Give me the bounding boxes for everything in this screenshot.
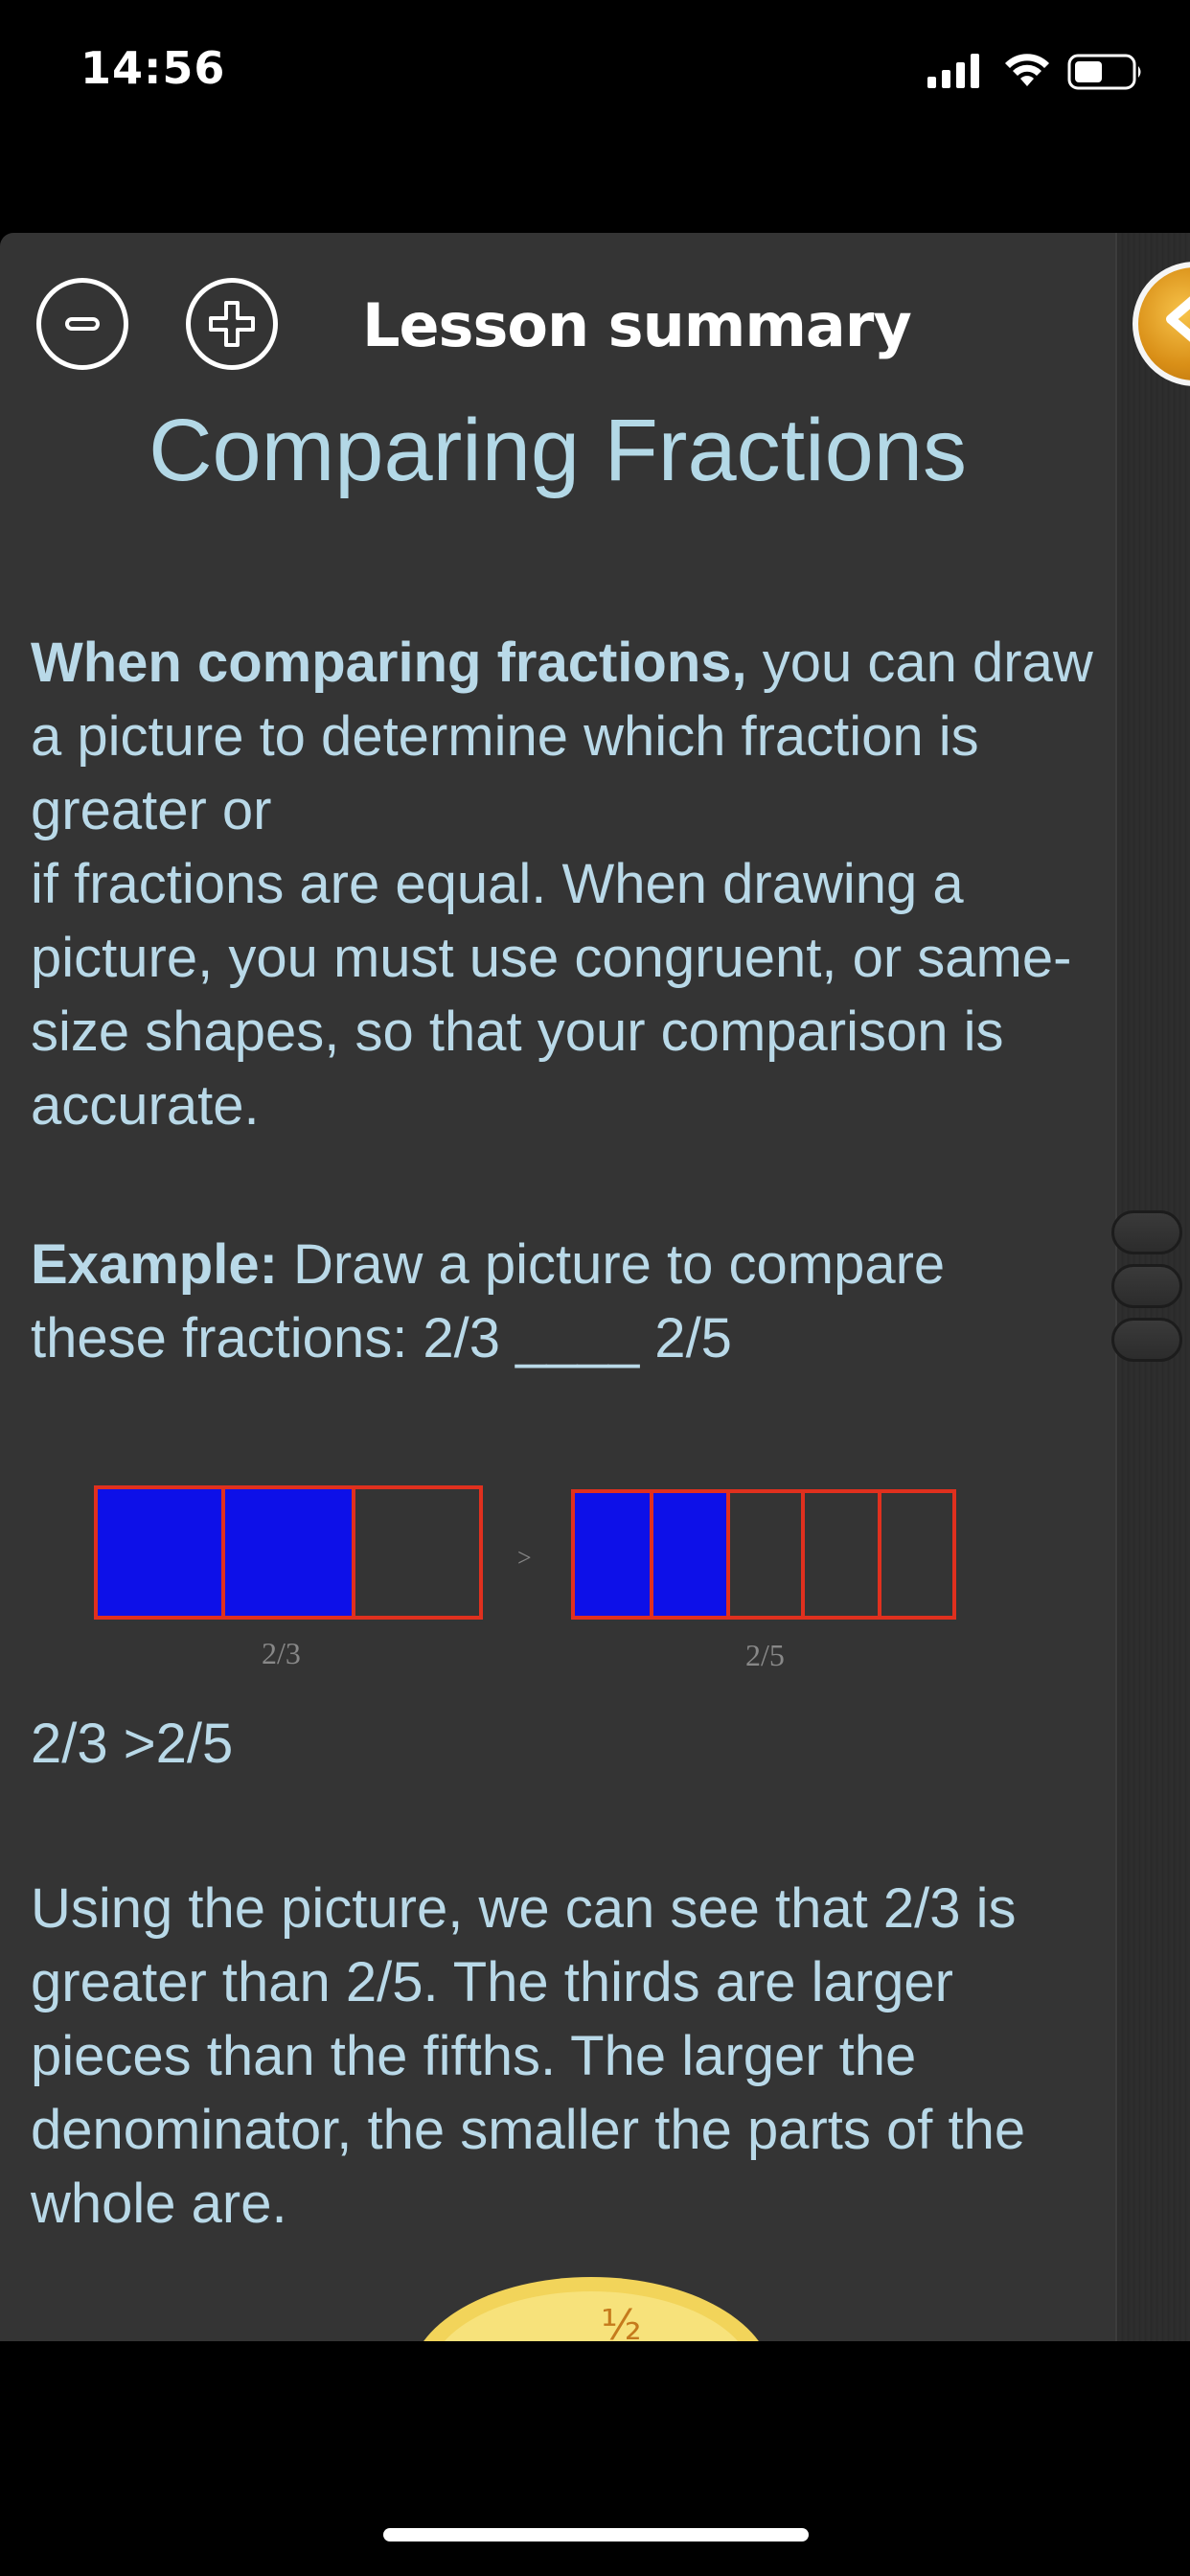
toolbar-title: Lesson summary [362, 290, 912, 360]
example-label: Example: [31, 1233, 278, 1296]
fifth-part-5 [878, 1489, 956, 1620]
comparison-sign: > [517, 1544, 532, 1572]
third-part-2 [221, 1485, 355, 1620]
plus-circle-icon [209, 301, 255, 347]
home-indicator[interactable] [383, 2528, 809, 2542]
third-part-3 [352, 1485, 483, 1620]
left-fraction-label: 2/3 [262, 1636, 301, 1670]
fifth-part-3 [726, 1489, 805, 1620]
lesson-panel: Lesson summary Comparing Fractions When … [0, 233, 1190, 2341]
result-text: 2/3 >2/5 [31, 1713, 234, 1775]
fifth-part-1 [571, 1489, 653, 1620]
minus-circle-icon [65, 317, 100, 331]
lesson-title: Comparing Fractions [149, 402, 967, 499]
drawer-handle[interactable] [1111, 1264, 1182, 1308]
intro-bold: When comparing fractions, [31, 632, 747, 694]
chevron-left-icon [1166, 296, 1190, 342]
example-paragraph: Example: Draw a picture to compare these… [31, 1228, 1094, 1375]
fifth-part-4 [801, 1489, 881, 1620]
third-part-1 [94, 1485, 225, 1620]
pie-label: ½ [601, 2301, 642, 2341]
status-bar: 14:56 [0, 0, 1190, 144]
wifi-icon [1005, 54, 1049, 86]
drawer-handle[interactable] [1111, 1210, 1182, 1254]
battery-icon [1067, 54, 1141, 90]
explanation-paragraph: Using the picture, we can see that 2/3 i… [31, 1877, 1026, 2235]
fraction-pie-image: ½ [423, 2277, 759, 2341]
status-time: 14:56 [80, 42, 226, 94]
signal-icon [927, 54, 979, 88]
fraction-comparison-figure: > 2/3 2/5 [94, 1485, 956, 1672]
zoom-in-button[interactable] [186, 278, 278, 370]
intro-paragraph: When comparing fractions, you can draw a… [31, 626, 1094, 1142]
right-fraction-label: 2/5 [745, 1638, 785, 1672]
fifth-part-2 [650, 1489, 730, 1620]
intro-text-2: if fractions are equal. When drawing a p… [31, 853, 1072, 1137]
zoom-out-button[interactable] [36, 278, 128, 370]
drawer-handle[interactable] [1111, 1318, 1182, 1362]
